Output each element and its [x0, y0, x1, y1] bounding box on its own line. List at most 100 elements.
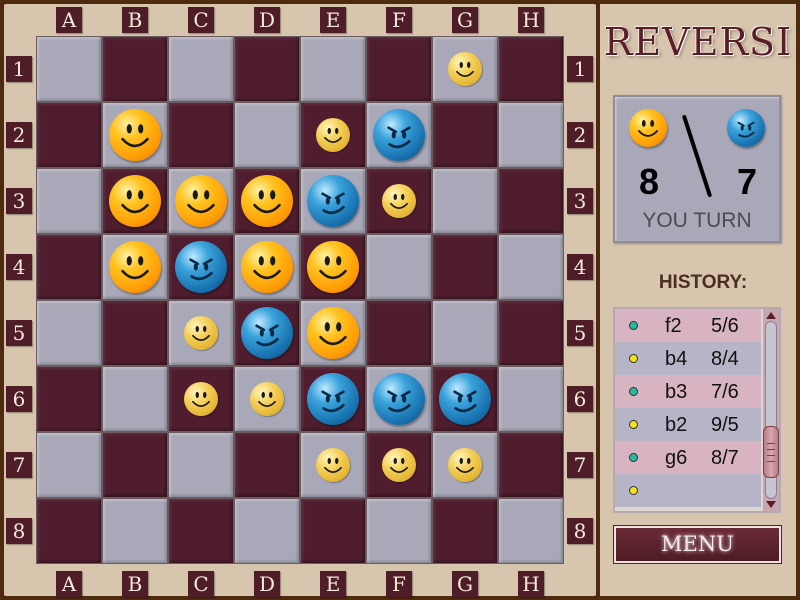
orange-disc-icon	[109, 175, 161, 227]
row-label-7: 7	[567, 452, 593, 478]
board-cell-c5[interactable]	[168, 300, 234, 366]
board-cell-a8[interactable]	[36, 498, 102, 564]
board-cell-a1[interactable]	[36, 36, 102, 102]
board-cell-c1[interactable]	[168, 36, 234, 102]
board-cell-e6[interactable]	[300, 366, 366, 432]
board-cell-h2[interactable]	[498, 102, 564, 168]
board-cell-f1[interactable]	[366, 36, 432, 102]
board-cell-b4[interactable]	[102, 234, 168, 300]
history-move: g6	[665, 447, 688, 469]
orange-disc-icon	[109, 241, 161, 293]
board-cell-e1[interactable]	[300, 36, 366, 102]
board-cell-f2[interactable]	[366, 102, 432, 168]
board-cell-a4[interactable]	[36, 234, 102, 300]
app-title: REVERSI	[603, 20, 793, 64]
board-cell-e5[interactable]	[300, 300, 366, 366]
board-cell-e4[interactable]	[300, 234, 366, 300]
move-hint-icon[interactable]	[316, 118, 350, 152]
orange-smiley-icon	[629, 109, 667, 147]
board-cell-c2[interactable]	[168, 102, 234, 168]
board-cell-d2[interactable]	[234, 102, 300, 168]
board-cell-f6[interactable]	[366, 366, 432, 432]
board-cell-b2[interactable]	[102, 102, 168, 168]
menu-button[interactable]: MENU	[613, 525, 782, 564]
board-cell-b1[interactable]	[102, 36, 168, 102]
board-cell-f8[interactable]	[366, 498, 432, 564]
board-cell-e2[interactable]	[300, 102, 366, 168]
blue-disc-icon	[439, 373, 491, 425]
board-cell-c6[interactable]	[168, 366, 234, 432]
column-label-c: C	[188, 7, 214, 33]
board-cell-c4[interactable]	[168, 234, 234, 300]
board-cell-e8[interactable]	[300, 498, 366, 564]
board-cell-h3[interactable]	[498, 168, 564, 234]
board-cell-g8[interactable]	[432, 498, 498, 564]
board-cell-h5[interactable]	[498, 300, 564, 366]
row-label-8: 8	[6, 518, 32, 544]
game-board[interactable]	[36, 36, 564, 564]
board-cell-h6[interactable]	[498, 366, 564, 432]
move-hint-icon[interactable]	[382, 184, 416, 218]
board-cell-a2[interactable]	[36, 102, 102, 168]
board-cell-e3[interactable]	[300, 168, 366, 234]
history-row: b2 9/5	[615, 408, 761, 441]
board-cell-f7[interactable]	[366, 432, 432, 498]
board-cell-g2[interactable]	[432, 102, 498, 168]
move-hint-icon[interactable]	[382, 448, 416, 482]
board-cell-g3[interactable]	[432, 168, 498, 234]
column-label-h: H	[518, 7, 544, 33]
column-label-c: C	[188, 571, 214, 597]
board-cell-h7[interactable]	[498, 432, 564, 498]
history-move: b3	[665, 381, 688, 403]
board-cell-h4[interactable]	[498, 234, 564, 300]
board-cell-b5[interactable]	[102, 300, 168, 366]
history-move: b2	[665, 414, 688, 436]
scroll-track[interactable]	[763, 321, 779, 499]
move-hint-icon[interactable]	[316, 448, 350, 482]
board-cell-a3[interactable]	[36, 168, 102, 234]
history-scrollbar[interactable]	[763, 309, 779, 511]
board-cell-b8[interactable]	[102, 498, 168, 564]
scroll-thumb[interactable]	[763, 426, 779, 478]
board-cell-h1[interactable]	[498, 36, 564, 102]
move-hint-icon[interactable]	[250, 382, 284, 416]
board-cell-e7[interactable]	[300, 432, 366, 498]
board-cell-f4[interactable]	[366, 234, 432, 300]
board-cell-b3[interactable]	[102, 168, 168, 234]
board-cell-f5[interactable]	[366, 300, 432, 366]
board-cell-b6[interactable]	[102, 366, 168, 432]
board-cell-d8[interactable]	[234, 498, 300, 564]
row-label-2: 2	[6, 122, 32, 148]
board-cell-f3[interactable]	[366, 168, 432, 234]
move-hint-icon[interactable]	[184, 382, 218, 416]
board-cell-c3[interactable]	[168, 168, 234, 234]
board-cell-g5[interactable]	[432, 300, 498, 366]
board-cell-c8[interactable]	[168, 498, 234, 564]
board-cell-g1[interactable]	[432, 36, 498, 102]
board-cell-a5[interactable]	[36, 300, 102, 366]
board-cell-d4[interactable]	[234, 234, 300, 300]
board-cell-g4[interactable]	[432, 234, 498, 300]
board-cell-d3[interactable]	[234, 168, 300, 234]
board-cell-d7[interactable]	[234, 432, 300, 498]
board-cell-g6[interactable]	[432, 366, 498, 432]
row-label-6: 6	[6, 386, 32, 412]
board-cell-a7[interactable]	[36, 432, 102, 498]
blue-player-dot-icon	[629, 387, 638, 396]
column-label-e: E	[320, 7, 346, 33]
board-cell-c7[interactable]	[168, 432, 234, 498]
column-label-b: B	[122, 7, 148, 33]
orange-player-dot-icon	[629, 354, 638, 363]
board-cell-d1[interactable]	[234, 36, 300, 102]
move-hint-icon[interactable]	[184, 316, 218, 350]
board-cell-b7[interactable]	[102, 432, 168, 498]
board-cell-g7[interactable]	[432, 432, 498, 498]
board-cell-d6[interactable]	[234, 366, 300, 432]
move-hint-icon[interactable]	[448, 448, 482, 482]
scroll-up-arrow-icon[interactable]	[766, 312, 776, 319]
board-cell-a6[interactable]	[36, 366, 102, 432]
board-cell-h8[interactable]	[498, 498, 564, 564]
move-hint-icon[interactable]	[448, 52, 482, 86]
board-cell-d5[interactable]	[234, 300, 300, 366]
scroll-down-arrow-icon[interactable]	[766, 501, 776, 508]
